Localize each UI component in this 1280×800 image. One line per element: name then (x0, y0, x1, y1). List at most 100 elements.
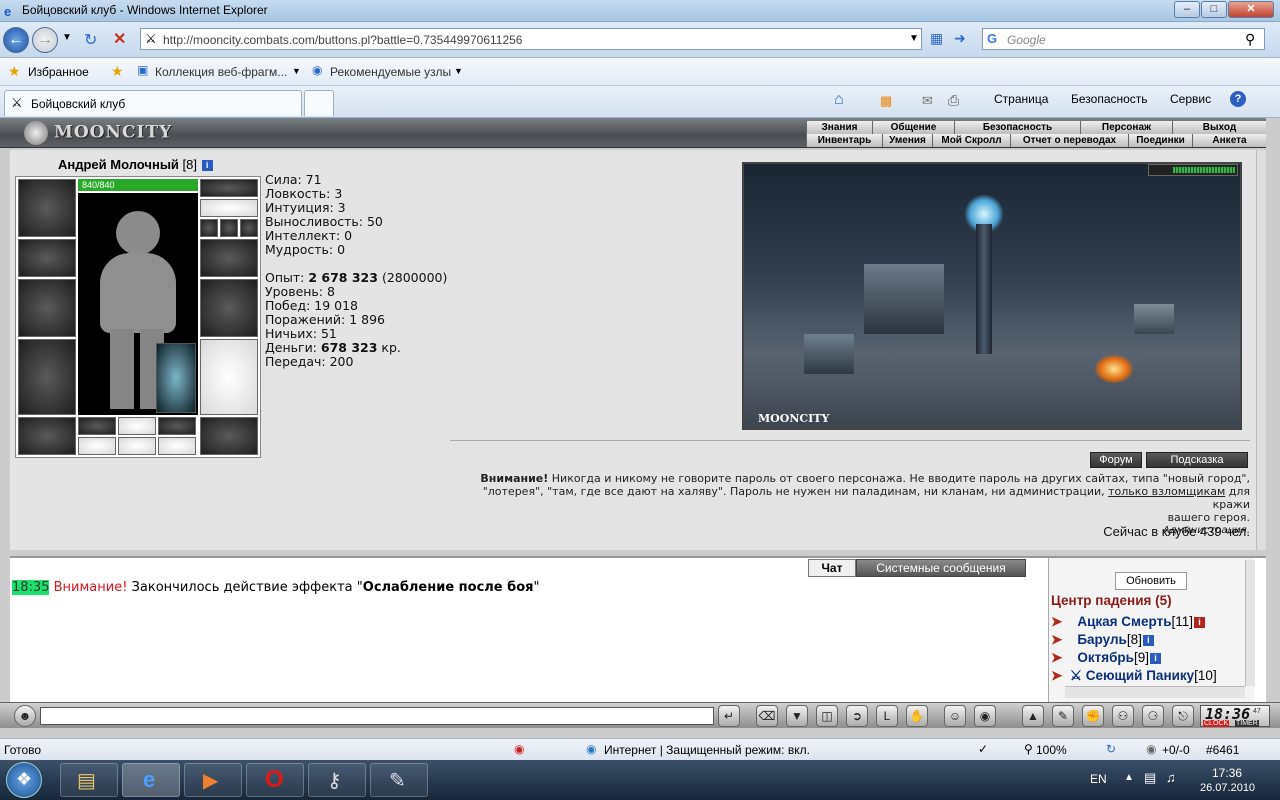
menu-skills[interactable]: Умения (882, 134, 932, 147)
earrings-slot[interactable] (200, 179, 258, 197)
fav-item-webslices[interactable]: Коллекция веб-фрагм... (155, 65, 287, 79)
tab-system-messages[interactable]: Системные сообщения (856, 559, 1026, 577)
timer-label[interactable]: TIMER (1235, 720, 1259, 727)
tray-time[interactable]: 17:36 (1212, 766, 1242, 780)
left-weapon-slot[interactable] (18, 279, 76, 337)
menu-battles[interactable]: Поединки (1128, 134, 1192, 147)
boots-slot[interactable] (200, 417, 258, 455)
search-icon[interactable]: ⚲ (1245, 31, 1255, 48)
info-icon[interactable]: i (201, 160, 213, 172)
taskbar-media[interactable]: ▶ (184, 763, 242, 797)
charm-slot-1[interactable] (200, 219, 218, 237)
tray-date[interactable]: 26.07.2010 (1200, 782, 1255, 794)
menu-communication[interactable]: Общение (872, 121, 954, 134)
go-icon[interactable]: ➜ (954, 30, 966, 47)
menu-security[interactable]: Безопасность (954, 121, 1080, 134)
help-icon[interactable]: ? (1230, 91, 1246, 107)
tray-network-icon[interactable]: ▤ (1144, 770, 1156, 786)
taskbar-editor[interactable]: ✎ (370, 763, 428, 797)
menu-character[interactable]: Персонаж (1080, 121, 1172, 134)
forum-button[interactable]: Форум (1090, 452, 1142, 468)
addon-icon[interactable]: ↻ (1106, 742, 1116, 756)
amulet-slot[interactable] (200, 199, 258, 217)
add-favorite-icon[interactable]: ★ (111, 63, 124, 80)
fav-item-suggested[interactable]: Рекомендуемые узлы (330, 65, 451, 79)
pants-slot[interactable] (200, 339, 258, 415)
tab-current[interactable]: ⚔ Бойцовский клуб (4, 90, 302, 116)
refresh-button[interactable]: Обновить (1115, 572, 1187, 590)
print-icon[interactable]: ⎙ (948, 92, 959, 109)
player-2[interactable]: ➤ Баруль[8] i (1051, 632, 1154, 648)
character-name[interactable]: Андрей Молочный (58, 157, 179, 172)
clock-label[interactable]: CLOCK (1203, 720, 1230, 727)
privacy-icon[interactable]: ◉ (514, 742, 524, 756)
address-bar[interactable]: ⚔ http://mooncity.combats.com/buttons.pl… (140, 28, 922, 50)
fav-item-dropdown-icon[interactable]: ▼ (292, 66, 301, 76)
safety-menu[interactable]: Безопасность (1071, 92, 1148, 106)
menu-knowledge[interactable]: Знания (806, 121, 872, 134)
eraser-icon[interactable]: ⌫ (756, 705, 778, 727)
mail-icon[interactable]: ✉ (922, 93, 933, 109)
menu-exit[interactable]: Выход (1172, 121, 1266, 134)
menu-profile[interactable]: Анкета (1192, 134, 1266, 147)
party-icon[interactable]: ⚆ (1142, 705, 1164, 727)
side-hscrollbar[interactable] (1065, 686, 1245, 698)
gem-slot-3[interactable] (158, 437, 196, 455)
location-scene[interactable]: MOONCITY (742, 162, 1242, 430)
menu-transfers[interactable]: Отчет о переводах (1010, 134, 1128, 147)
player-1[interactable]: ➤ Ацкая Смерть[11] i (1051, 614, 1206, 630)
ring-slot-2[interactable] (118, 417, 156, 435)
taskbar-explorer[interactable]: ▤ (60, 763, 118, 797)
hackers-link[interactable]: только взломщикам (1108, 485, 1225, 498)
service-menu[interactable]: Сервис (1170, 92, 1211, 106)
minimize-button[interactable]: – (1174, 1, 1200, 18)
favorites-button[interactable]: Избранное (28, 65, 89, 79)
character-figure[interactable] (78, 193, 198, 415)
side-scrollbar[interactable] (1245, 560, 1255, 686)
taskbar-ie[interactable]: e (122, 763, 180, 797)
language-indicator[interactable]: EN (1090, 772, 1107, 786)
zoom-icon[interactable]: ⚲ (1024, 742, 1033, 756)
smile-head-icon[interactable]: ☻ (14, 705, 36, 727)
scroll-icon[interactable]: ✎ (1052, 705, 1074, 727)
refresh-icon[interactable]: ↻ (84, 30, 97, 50)
compat-view-icon[interactable]: ▦ (930, 30, 943, 47)
zoom-level[interactable]: 100% (1036, 743, 1067, 757)
ring-slot-3[interactable] (158, 417, 196, 435)
menu-scroll[interactable]: Мой Скролл (932, 134, 1010, 147)
bottle-icon[interactable]: ▲ (1022, 705, 1044, 727)
chat-input[interactable] (40, 707, 714, 725)
fav-item2-dropdown-icon[interactable]: ▼ (454, 66, 463, 76)
home-icon[interactable]: ⌂ (834, 91, 844, 109)
back-icon[interactable]: ← (3, 27, 29, 53)
new-tab-button[interactable] (304, 90, 334, 116)
tray-arrow-icon[interactable]: ▲ (1124, 772, 1134, 783)
filter-icon[interactable]: ▼ (786, 705, 808, 727)
exit-icon[interactable]: ⎋ (1172, 705, 1194, 727)
search-box[interactable]: G Google ⚲ (982, 28, 1265, 50)
player-3[interactable]: ➤ Октябрь[9] i (1051, 650, 1161, 666)
close-button[interactable]: ✕ (1228, 1, 1274, 18)
stop-icon[interactable]: ✕ (113, 29, 126, 49)
charm-slot-2[interactable] (220, 219, 238, 237)
security-status-icon[interactable]: ✓ (978, 742, 988, 756)
hand-icon[interactable]: ✋ (906, 705, 928, 727)
address-dropdown-icon[interactable]: ▼ (909, 33, 919, 44)
charm-slot-3[interactable] (240, 219, 258, 237)
bracers-slot[interactable] (18, 239, 76, 277)
belt-slot[interactable] (18, 417, 76, 455)
ring-slot-1[interactable] (78, 417, 116, 435)
hint-button[interactable]: Подсказка (1146, 452, 1248, 468)
gem-slot-2[interactable] (118, 437, 156, 455)
start-button[interactable]: ❖ (6, 762, 42, 798)
taskbar-opera[interactable]: O (246, 763, 304, 797)
runner-icon[interactable]: ➲ (846, 705, 868, 727)
scrollbar-main[interactable] (1256, 150, 1266, 550)
send-icon[interactable]: ↵ (718, 705, 740, 727)
rss-icon[interactable]: ▩ (880, 93, 892, 109)
log-icon[interactable]: L (876, 705, 898, 727)
maximize-button[interactable]: □ (1201, 1, 1227, 18)
gem-slot-1[interactable] (78, 437, 116, 455)
armor-slot[interactable] (18, 339, 76, 415)
helmet-slot[interactable] (18, 179, 76, 237)
